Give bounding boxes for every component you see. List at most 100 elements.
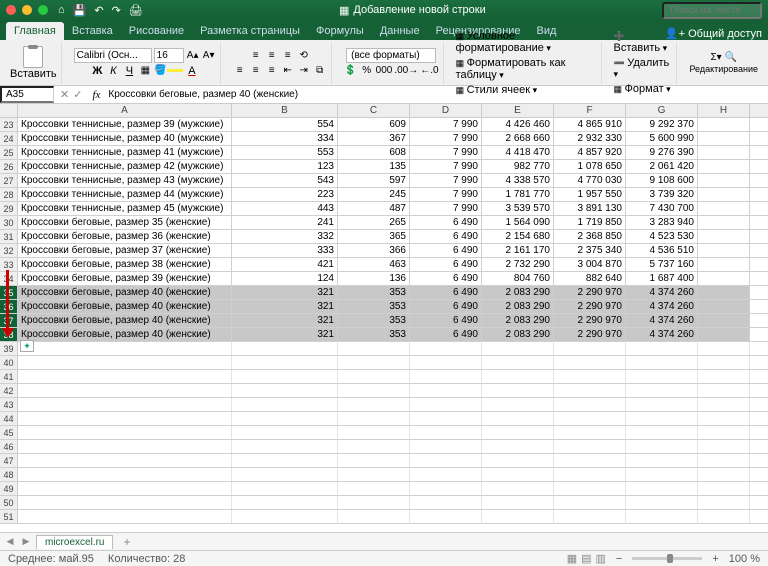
cell[interactable] xyxy=(410,356,482,369)
row-header[interactable]: 27 xyxy=(0,174,18,187)
cell[interactable]: Кроссовки теннисные, размер 40 (мужские) xyxy=(18,132,232,145)
cell[interactable]: 332 xyxy=(232,230,338,243)
cell[interactable] xyxy=(410,342,482,355)
print-icon[interactable]: 🖨 xyxy=(129,4,143,17)
conditional-formatting-button[interactable]: ▦ Условное форматирование ▾ xyxy=(456,29,597,55)
cell[interactable]: 2 083 290 xyxy=(482,314,554,327)
cell[interactable]: 6 490 xyxy=(410,230,482,243)
undo-icon[interactable]: ↶ xyxy=(94,4,103,17)
row-header[interactable]: 25 xyxy=(0,146,18,159)
cell[interactable] xyxy=(698,314,750,327)
cell[interactable] xyxy=(482,384,554,397)
cell[interactable]: 7 430 700 xyxy=(626,202,698,215)
cell[interactable]: 1 957 550 xyxy=(554,188,626,201)
cell[interactable] xyxy=(410,384,482,397)
table-row[interactable]: 46 xyxy=(0,440,768,454)
cell[interactable]: 4 536 510 xyxy=(626,244,698,257)
close-button[interactable] xyxy=(6,5,16,15)
table-row[interactable]: 51 xyxy=(0,510,768,524)
confirm-icon[interactable]: ✓ xyxy=(73,88,82,101)
table-row[interactable]: 41 xyxy=(0,370,768,384)
cell[interactable] xyxy=(410,426,482,439)
row-header[interactable]: 32 xyxy=(0,244,18,257)
cell[interactable]: 463 xyxy=(338,258,410,271)
cell[interactable] xyxy=(338,482,410,495)
cell[interactable] xyxy=(554,412,626,425)
cell[interactable]: 1 687 400 xyxy=(626,272,698,285)
cell[interactable]: 1 781 770 xyxy=(482,188,554,201)
cell[interactable] xyxy=(698,328,750,341)
cell[interactable]: Кроссовки теннисные, размер 44 (мужские) xyxy=(18,188,232,201)
cell[interactable] xyxy=(482,482,554,495)
cell[interactable] xyxy=(410,398,482,411)
cell[interactable] xyxy=(18,398,232,411)
cell[interactable] xyxy=(338,384,410,397)
font-family-select[interactable] xyxy=(74,48,152,63)
table-row[interactable]: 27Кроссовки теннисные, размер 43 (мужски… xyxy=(0,174,768,188)
cell[interactable]: 2 290 970 xyxy=(554,328,626,341)
cell[interactable] xyxy=(410,440,482,453)
cell[interactable]: 9 108 600 xyxy=(626,174,698,187)
cell[interactable]: 2 290 970 xyxy=(554,286,626,299)
cell[interactable]: Кроссовки беговые, размер 40 (женские) xyxy=(18,328,232,341)
table-row[interactable]: 50 xyxy=(0,496,768,510)
cell[interactable] xyxy=(698,146,750,159)
cell[interactable] xyxy=(18,454,232,467)
cell[interactable] xyxy=(232,370,338,383)
column-header[interactable]: B xyxy=(232,104,338,117)
row-header[interactable]: 50 xyxy=(0,496,18,509)
cell[interactable]: 2 083 290 xyxy=(482,286,554,299)
table-row[interactable]: 44 xyxy=(0,412,768,426)
cell[interactable]: 4 338 570 xyxy=(482,174,554,187)
cell[interactable]: 6 490 xyxy=(410,272,482,285)
increase-font-icon[interactable]: A▴ xyxy=(186,48,200,62)
cell[interactable] xyxy=(698,496,750,509)
page-break-view-icon[interactable]: ▥ xyxy=(596,552,606,565)
cell[interactable] xyxy=(626,454,698,467)
cell[interactable] xyxy=(698,370,750,383)
cell[interactable] xyxy=(698,412,750,425)
cell[interactable]: Кроссовки беговые, размер 40 (женские) xyxy=(18,300,232,313)
cell[interactable] xyxy=(698,118,750,131)
row-header[interactable]: 42 xyxy=(0,384,18,397)
zoom-out-button[interactable]: − xyxy=(616,553,622,565)
cell[interactable] xyxy=(338,440,410,453)
redo-icon[interactable]: ↷ xyxy=(112,4,121,17)
table-row[interactable]: 26Кроссовки теннисные, размер 42 (мужски… xyxy=(0,160,768,174)
cell[interactable]: 4 374 260 xyxy=(626,314,698,327)
cell[interactable]: 6 490 xyxy=(410,314,482,327)
cell[interactable]: 136 xyxy=(338,272,410,285)
cell[interactable]: 3 739 320 xyxy=(626,188,698,201)
fill-color-button[interactable]: 🪣 xyxy=(154,64,182,78)
row-header[interactable]: 24 xyxy=(0,132,18,145)
cell[interactable]: 353 xyxy=(338,314,410,327)
cell[interactable] xyxy=(554,342,626,355)
cell[interactable]: 7 990 xyxy=(410,188,482,201)
cell[interactable]: Кроссовки теннисные, размер 41 (мужские) xyxy=(18,146,232,159)
cell[interactable]: 2 083 290 xyxy=(482,328,554,341)
maximize-button[interactable] xyxy=(38,5,48,15)
cell[interactable]: Кроссовки беговые, размер 36 (женские) xyxy=(18,230,232,243)
cell[interactable] xyxy=(338,412,410,425)
cell[interactable] xyxy=(626,496,698,509)
cell[interactable]: 5 737 160 xyxy=(626,258,698,271)
cell[interactable] xyxy=(18,370,232,383)
cell[interactable]: 2 290 970 xyxy=(554,300,626,313)
cell[interactable]: 609 xyxy=(338,118,410,131)
cell[interactable]: 2 668 660 xyxy=(482,132,554,145)
percent-icon[interactable]: % xyxy=(360,64,374,78)
font-size-select[interactable] xyxy=(154,48,184,63)
cell[interactable]: Кроссовки беговые, размер 40 (женские) xyxy=(18,286,232,299)
spreadsheet-grid[interactable]: ABCDEFGH 23Кроссовки теннисные, размер 3… xyxy=(0,104,768,544)
row-header[interactable]: 31 xyxy=(0,230,18,243)
cell[interactable]: 543 xyxy=(232,174,338,187)
table-row[interactable]: 31Кроссовки беговые, размер 36 (женские)… xyxy=(0,230,768,244)
fx-icon[interactable]: fx xyxy=(88,89,104,101)
cell[interactable] xyxy=(338,468,410,481)
bold-button[interactable]: Ж xyxy=(90,64,104,78)
sheet-nav-prev-icon[interactable]: ▶ xyxy=(20,536,32,547)
cell[interactable]: 365 xyxy=(338,230,410,243)
cell[interactable] xyxy=(698,160,750,173)
cell[interactable] xyxy=(18,356,232,369)
cell[interactable] xyxy=(626,384,698,397)
